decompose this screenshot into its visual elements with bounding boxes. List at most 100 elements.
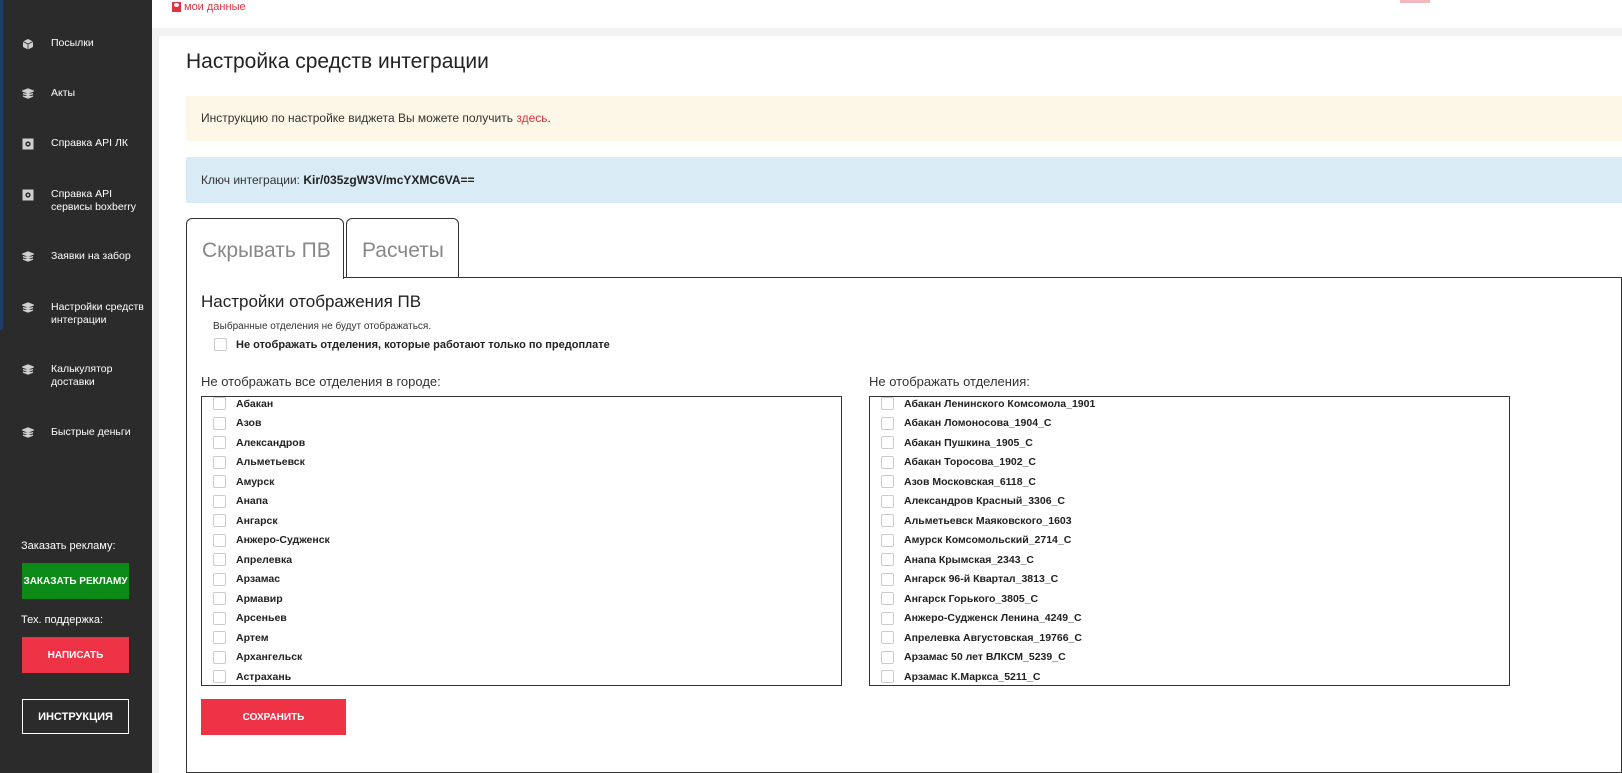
list-item-checkbox[interactable] <box>213 572 226 586</box>
list-item[interactable]: Анжеро-Судженск Ленина_4249_С <box>870 609 1509 629</box>
list-item-checkbox[interactable] <box>881 611 894 625</box>
list-item-checkbox[interactable] <box>213 494 226 508</box>
list-item[interactable]: Абакан Ленинского Комсомола_1901 <box>870 397 1509 414</box>
list-item[interactable]: Амурск Комсомольский_2714_С <box>870 531 1509 551</box>
integration-key-alert: Ключ интеграции: Kir/035zgW3V/mcYXMC6VA=… <box>186 157 1622 203</box>
list-item-checkbox[interactable] <box>213 397 226 411</box>
list-item[interactable]: Анжеро-Судженск <box>202 531 841 551</box>
save-button[interactable]: Сохранить <box>201 699 346 735</box>
tab-hide-pickup-points[interactable]: Скрывать ПВ <box>186 218 344 279</box>
tab-calculations[interactable]: Расчеты <box>346 218 459 278</box>
list-item[interactable]: Абакан Торосова_1902_С <box>870 453 1509 473</box>
list-item[interactable]: Альметьевск <box>202 453 841 473</box>
list-item-checkbox[interactable] <box>213 416 226 430</box>
write-support-button[interactable]: Написать <box>22 637 129 673</box>
list-item[interactable]: Анапа <box>202 492 841 512</box>
order-ads-button[interactable]: Заказать рекламу <box>22 563 129 599</box>
list-item-checkbox[interactable] <box>881 397 894 411</box>
stack-icon <box>22 364 34 376</box>
support-heading: Тех. поддержка: <box>21 614 104 626</box>
list-item-checkbox[interactable] <box>881 650 894 664</box>
list-item-label: Абакан Ломоносова_1904_С <box>904 417 1052 430</box>
list-item-checkbox[interactable] <box>213 475 226 489</box>
list-item-checkbox[interactable] <box>213 514 226 528</box>
list-item-checkbox[interactable] <box>881 670 894 684</box>
gear-icon <box>22 138 34 150</box>
list-item-label: Анапа Крымская_2343_С <box>904 553 1034 566</box>
box-icon <box>22 38 34 50</box>
list-item-checkbox[interactable] <box>213 592 226 606</box>
cities-list[interactable]: Абакан Азов Александров Альметьевск Амурск Ан… <box>201 396 842 686</box>
list-item-checkbox[interactable] <box>881 475 894 489</box>
list-item-checkbox[interactable] <box>881 631 894 645</box>
list-item-checkbox[interactable] <box>213 455 226 469</box>
list-item[interactable]: Армавир <box>202 589 841 609</box>
list-item-checkbox[interactable] <box>881 455 894 469</box>
instruction-link[interactable]: здесь <box>516 111 547 125</box>
list-item-checkbox[interactable] <box>881 514 894 528</box>
list-item[interactable]: Астрахань <box>202 667 841 685</box>
list-item[interactable]: Абакан <box>202 397 841 414</box>
list-item[interactable]: Альметьевск Маяковского_1603 <box>870 511 1509 531</box>
list-item-checkbox[interactable] <box>213 670 226 684</box>
list-item[interactable]: Ангарск <box>202 511 841 531</box>
list-item[interactable]: Абакан Пушкина_1905_С <box>870 433 1509 453</box>
sidebar-item-label: Настройки средств интеграции <box>51 301 144 326</box>
my-data-link[interactable]: мои данные <box>172 1 246 13</box>
branches-list[interactable]: Абакан Ленинского Комсомола_1901 Абакан Л… <box>869 396 1510 686</box>
list-item-checkbox[interactable] <box>213 533 226 547</box>
prepay-only-checkbox[interactable] <box>214 338 227 351</box>
list-item[interactable]: Арзамас К.Маркса_5211_С <box>870 667 1509 685</box>
list-item-checkbox[interactable] <box>881 416 894 430</box>
list-item[interactable]: Анапа Крымская_2343_С <box>870 550 1509 570</box>
list-item-label: Архангельск <box>236 651 303 664</box>
list-item[interactable]: Арзамас 50 лет ВЛКСМ_5239_С <box>870 648 1509 668</box>
list-item-checkbox[interactable] <box>881 494 894 508</box>
list-item-checkbox[interactable] <box>213 436 226 450</box>
list-item-checkbox[interactable] <box>213 611 226 625</box>
sidebar-item-label: Быстрые деньги <box>51 426 131 438</box>
list-item[interactable]: Артем <box>202 628 841 648</box>
list-item[interactable]: Ангарск 96-й Квартал_3813_С <box>870 570 1509 590</box>
integration-key-value: Kir/035zgW3V/mcYXMC6VA== <box>303 173 475 187</box>
list-item-checkbox[interactable] <box>881 572 894 586</box>
list-item[interactable]: Ангарск Горького_3805_С <box>870 589 1509 609</box>
list-item[interactable]: Александров <box>202 433 841 453</box>
list-item[interactable]: Абакан Ломоносова_1904_С <box>870 414 1509 434</box>
page-title: Настройка средств интеграции <box>186 50 489 73</box>
list-item-label: Арзамас К.Маркса_5211_С <box>904 670 1041 683</box>
my-data-label: мои данные <box>184 1 246 13</box>
stack-icon <box>22 251 34 263</box>
list-item-checkbox[interactable] <box>881 533 894 547</box>
list-item[interactable]: Апрелевка <box>202 550 841 570</box>
list-item-label: Арсеньев <box>236 612 287 625</box>
list-item[interactable]: Азов Московская_6118_С <box>870 472 1509 492</box>
list-item[interactable]: Арзамас <box>202 570 841 590</box>
sidebar-item-label: Справка API сервисы boxberry <box>51 188 136 213</box>
top-bar <box>152 0 1622 28</box>
instruction-button[interactable]: Инструкция <box>22 699 129 734</box>
user-icon <box>172 2 181 12</box>
stack-icon <box>22 302 34 314</box>
list-item-checkbox[interactable] <box>881 436 894 450</box>
list-item[interactable]: Апрелевка Августовская_19766_С <box>870 628 1509 648</box>
prepay-only-option[interactable]: Не отображать отделения, которые работаю… <box>214 338 610 351</box>
list-item-label: Азов Московская_6118_С <box>904 475 1037 488</box>
panel-hint: Выбранные отделения не будут отображатьс… <box>213 321 432 332</box>
list-item[interactable]: Арсеньев <box>202 609 841 629</box>
list-item-label: Амурск Комсомольский_2714_С <box>904 534 1072 547</box>
list-item[interactable]: Архангельск <box>202 648 841 668</box>
list-item-checkbox[interactable] <box>881 553 894 567</box>
list-item-checkbox[interactable] <box>213 650 226 664</box>
list-item-label: Ангарск <box>236 514 278 527</box>
list-item[interactable]: Александров Красный_3306_С <box>870 492 1509 512</box>
list-item-checkbox[interactable] <box>213 631 226 645</box>
branches-label: Не отображать отделения: <box>869 374 1030 389</box>
list-item[interactable]: Азов <box>202 414 841 434</box>
list-item-label: Анжеро-Судженск <box>236 534 330 547</box>
list-item-checkbox[interactable] <box>213 553 226 567</box>
list-item-label: Азов <box>236 417 262 430</box>
list-item[interactable]: Амурск <box>202 472 841 492</box>
list-item-checkbox[interactable] <box>881 592 894 606</box>
list-item-label: Апрелевка <box>236 553 293 566</box>
